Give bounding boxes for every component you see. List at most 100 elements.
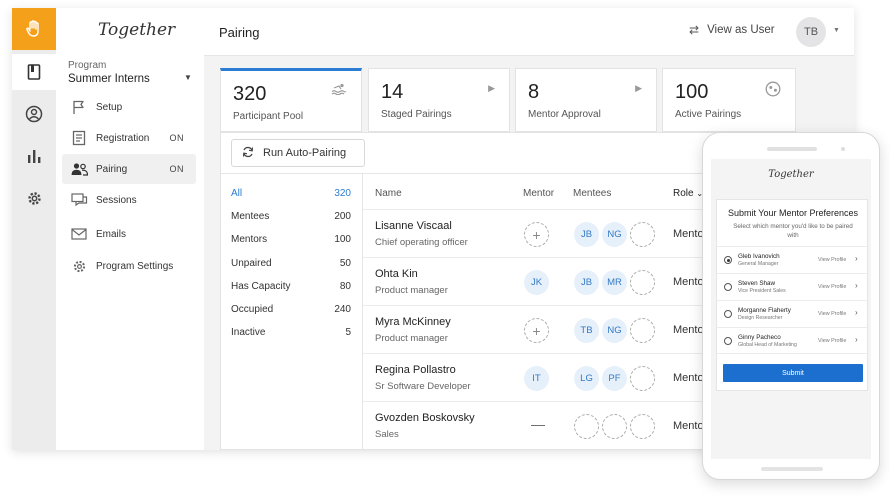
program-select[interactable]: Summer Interns xyxy=(68,73,150,85)
participant-title: Sales xyxy=(375,429,399,440)
bar-chart-icon[interactable] xyxy=(12,138,56,174)
empty-mentee-slot[interactable] xyxy=(630,318,655,343)
top-bar: Pairing ⇄ View as User TB ▼ xyxy=(204,8,854,56)
filter-label: Inactive xyxy=(231,327,266,338)
stat-number: 100 xyxy=(675,81,709,103)
stat-participant-pool[interactable]: 320 Participant Pool xyxy=(220,68,362,132)
gear-icon[interactable] xyxy=(12,180,56,216)
caret-down-icon[interactable]: ▼ xyxy=(184,73,192,82)
mentor-chip[interactable]: JK xyxy=(524,270,549,295)
phone-home-bar xyxy=(761,467,823,471)
sidebar-item-registration[interactable]: Registration ON xyxy=(62,123,196,153)
radio-button[interactable] xyxy=(724,256,732,264)
submit-button[interactable]: Submit xyxy=(723,364,863,382)
filter-mentors[interactable]: Mentors 100 xyxy=(231,234,351,245)
chevron-right-icon[interactable]: › xyxy=(855,308,858,317)
empty-mentee-slot[interactable] xyxy=(630,414,655,439)
empty-mentee-slot[interactable] xyxy=(574,414,599,439)
mentor-title: General Manager xyxy=(738,261,779,267)
mentee-chip[interactable]: PF xyxy=(602,366,627,391)
chat-icon xyxy=(70,192,88,208)
chevron-right-icon[interactable]: › xyxy=(855,281,858,290)
mentee-chip[interactable]: NG xyxy=(602,318,627,343)
filter-count: 5 xyxy=(345,327,351,338)
mentor-preferences-card: Submit Your Mentor Preferences Select wh… xyxy=(716,199,869,391)
filter-mentees[interactable]: Mentees 200 xyxy=(231,211,351,222)
view-profile-link[interactable]: View Profile xyxy=(818,257,846,263)
column-header-name[interactable]: Name xyxy=(375,188,402,199)
radio-button[interactable] xyxy=(724,283,732,291)
column-header-role[interactable]: Role ⌄ xyxy=(673,188,703,199)
radio-button[interactable] xyxy=(724,337,732,345)
sidebar-item-label: Emails xyxy=(96,228,127,240)
mentor-option[interactable]: Ginny Pacheco Global Head of Marketing V… xyxy=(717,327,869,354)
mentee-chip[interactable]: NG xyxy=(602,222,627,247)
stat-mentor-approval[interactable]: 8 Mentor Approval ▶ xyxy=(515,68,657,132)
add-mentor-button[interactable]: + xyxy=(524,222,549,247)
empty-mentee-slot[interactable] xyxy=(630,270,655,295)
book-icon[interactable] xyxy=(12,54,56,90)
chevron-right-icon[interactable]: › xyxy=(855,254,858,263)
hand-logo-icon[interactable] xyxy=(12,8,56,50)
filter-occupied[interactable]: Occupied 240 xyxy=(231,304,351,315)
stat-active-pairings[interactable]: 100 Active Pairings xyxy=(662,68,796,132)
filter-unpaired[interactable]: Unpaired 50 xyxy=(231,258,351,269)
avatar[interactable]: TB xyxy=(796,17,826,47)
play-icon: ▶ xyxy=(488,83,495,93)
mentor-chip[interactable]: IT xyxy=(524,366,549,391)
pool-icon xyxy=(331,83,347,97)
phone-mockup: Together Submit Your Mentor Preferences … xyxy=(702,132,880,480)
filter-label: Unpaired xyxy=(231,258,272,269)
status-badge: ON xyxy=(169,133,184,143)
filter-has-capacity[interactable]: Has Capacity 80 xyxy=(231,281,351,292)
mentee-chip[interactable]: TB xyxy=(574,318,599,343)
participant-name[interactable]: Lisanne Viscaal xyxy=(375,220,452,232)
participant-name[interactable]: Gvozden Boskovsky xyxy=(375,412,475,424)
participant-name[interactable]: Regina Pollastro xyxy=(375,364,456,376)
mentee-chip[interactable]: JB xyxy=(574,270,599,295)
chevron-right-icon[interactable]: › xyxy=(855,335,858,344)
sidebar-item-pairing[interactable]: Pairing ON xyxy=(62,154,196,184)
run-auto-pairing-button[interactable]: Run Auto-Pairing xyxy=(231,139,365,167)
caret-down-icon[interactable]: ▼ xyxy=(833,27,840,34)
mentee-chip[interactable]: LG xyxy=(574,366,599,391)
mentor-option[interactable]: Gleb Ivanovich General Manager View Prof… xyxy=(717,246,869,273)
empty-mentee-slot[interactable] xyxy=(630,366,655,391)
participant-title: Product manager xyxy=(375,285,448,296)
participant-title: Sr Software Developer xyxy=(375,381,471,392)
mentor-title: Global Head of Marketing xyxy=(738,342,797,348)
view-profile-link[interactable]: View Profile xyxy=(818,284,846,290)
view-as-user-button[interactable]: ⇄ View as User xyxy=(689,23,775,37)
radio-button[interactable] xyxy=(724,310,732,318)
stat-number: 8 xyxy=(528,81,540,103)
phone-camera xyxy=(841,147,845,151)
view-profile-link[interactable]: View Profile xyxy=(818,311,846,317)
mentor-option[interactable]: Morganne Flaherty Design Researcher View… xyxy=(717,300,869,327)
sidebar-item-emails[interactable]: Emails xyxy=(62,219,196,249)
empty-mentee-slot[interactable] xyxy=(630,222,655,247)
brand-logo: Together xyxy=(768,169,814,180)
participant-name[interactable]: Myra McKinney xyxy=(375,316,451,328)
faces-icon xyxy=(765,81,781,99)
participant-name[interactable]: Ohta Kin xyxy=(375,268,418,280)
card-title: Submit Your Mentor Preferences xyxy=(727,208,859,218)
user-circle-icon[interactable] xyxy=(12,96,56,132)
column-header-mentees[interactable]: Mentees xyxy=(573,188,611,199)
empty-mentee-slot[interactable] xyxy=(602,414,627,439)
mentee-chip[interactable]: JB xyxy=(574,222,599,247)
mentee-chip[interactable]: MR xyxy=(602,270,627,295)
mentor-option[interactable]: Steven Shaw Vice President Sales View Pr… xyxy=(717,273,869,300)
filter-inactive[interactable]: Inactive 5 xyxy=(231,327,351,338)
add-mentor-button[interactable]: + xyxy=(524,318,549,343)
filter-label: Has Capacity xyxy=(231,281,291,292)
stat-staged-pairings[interactable]: 14 Staged Pairings ▶ xyxy=(368,68,510,132)
sidebar-item-label: Sessions xyxy=(96,194,137,206)
sidebar-item-program-settings[interactable]: Program Settings xyxy=(62,251,196,281)
view-profile-link[interactable]: View Profile xyxy=(818,338,846,344)
filter-all[interactable]: All 320 xyxy=(231,188,351,199)
column-header-mentor[interactable]: Mentor xyxy=(523,188,554,199)
sidebar-item-sessions[interactable]: Sessions xyxy=(62,185,196,215)
participant-title: Chief operating officer xyxy=(375,237,468,248)
filter-count: 50 xyxy=(339,258,351,269)
sidebar-item-setup[interactable]: Setup xyxy=(62,92,196,122)
